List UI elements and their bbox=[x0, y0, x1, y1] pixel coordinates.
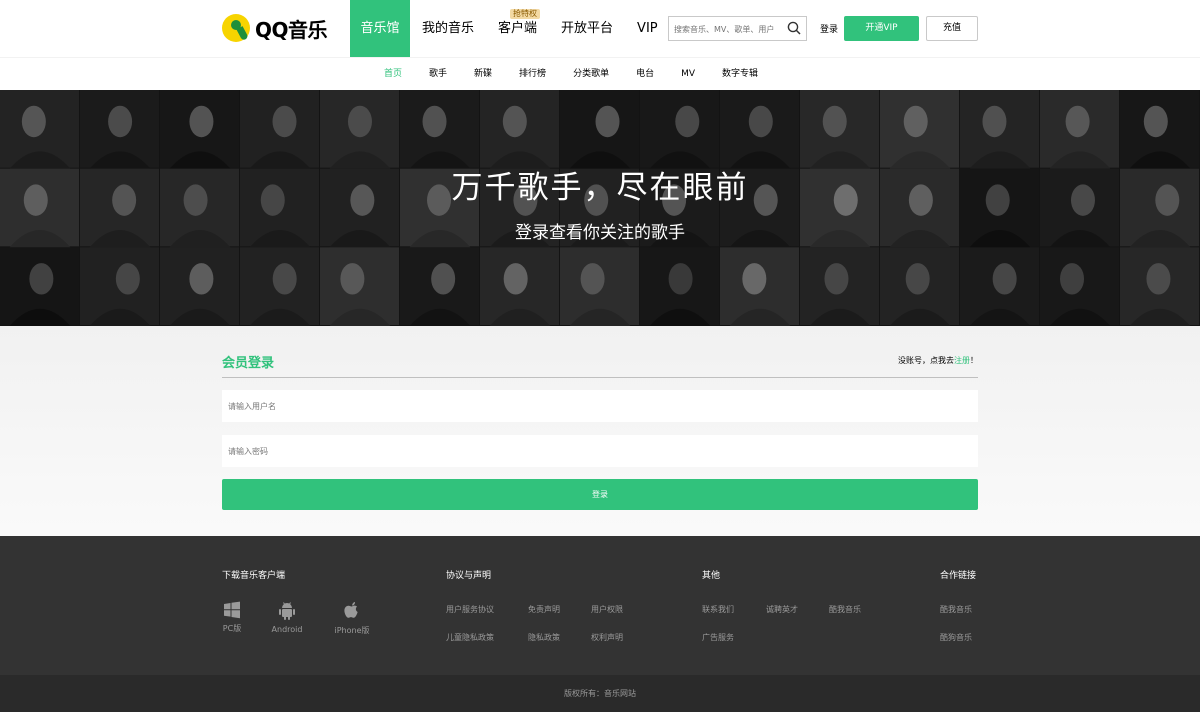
nav-item-my-music[interactable]: 我的音乐 bbox=[410, 0, 486, 57]
download-heading: 下载音乐客户端 bbox=[222, 571, 286, 581]
footer-link[interactable]: 酷狗音乐 bbox=[940, 632, 972, 643]
divider bbox=[222, 377, 978, 378]
agreement-heading: 协议与声明 bbox=[446, 571, 492, 581]
copyright: 版权所有：音乐网站 bbox=[0, 675, 1200, 712]
nav-label: 客户端 bbox=[498, 21, 538, 36]
nav-label: VIP bbox=[637, 21, 658, 36]
nav-label: 音乐馆 bbox=[360, 21, 400, 36]
login-title: 会员登录 bbox=[222, 356, 275, 371]
register-prefix: 没账号，点我去 bbox=[898, 356, 954, 365]
subnav-charts[interactable]: 排行榜 bbox=[519, 58, 546, 91]
partner-heading: 合作链接 bbox=[940, 571, 977, 581]
footer-link[interactable]: 隐私政策 bbox=[528, 632, 560, 643]
footer-link[interactable]: 用户服务协议 bbox=[446, 604, 494, 615]
download-label: Android bbox=[271, 625, 303, 634]
download-label: PC版 bbox=[222, 624, 242, 633]
username-input[interactable] bbox=[222, 390, 978, 422]
search-input[interactable] bbox=[669, 18, 783, 41]
singers-banner: 万千歌手，尽在眼前 登录查看你关注的歌手 bbox=[0, 90, 1200, 326]
logo[interactable]: QQ音乐 bbox=[222, 12, 328, 44]
footer-link[interactable]: 联系我们 bbox=[702, 604, 734, 615]
footer-link[interactable]: 用户权限 bbox=[591, 604, 623, 615]
download-label: iPhone版 bbox=[334, 626, 370, 635]
music-note-logo-icon bbox=[222, 14, 250, 42]
main-nav: 音乐馆 我的音乐 抢特权 客户端 开放平台 VIP bbox=[350, 0, 670, 57]
footer-link[interactable]: 儿童隐私政策 bbox=[446, 632, 494, 643]
banner-subtitle: 登录查看你关注的歌手 bbox=[515, 223, 685, 243]
nav-label: 我的音乐 bbox=[422, 21, 475, 36]
subnav-digital-albums[interactable]: 数字专辑 bbox=[722, 58, 758, 91]
download-android[interactable]: Android bbox=[270, 601, 304, 634]
login-section: 会员登录 没账号，点我去注册！ 登录 bbox=[0, 326, 1200, 536]
footer-link[interactable]: 酷我音乐 bbox=[829, 604, 861, 615]
footer-link[interactable]: 免责声明 bbox=[528, 604, 560, 615]
top-header: QQ音乐 音乐馆 我的音乐 抢特权 客户端 开放平台 VIP 登录 开通VIP … bbox=[0, 0, 1200, 57]
search-icon[interactable] bbox=[787, 21, 801, 35]
subnav-home[interactable]: 首页 bbox=[384, 58, 402, 91]
footer-link[interactable]: 酷我音乐 bbox=[940, 604, 972, 615]
footer-link[interactable]: 广告服务 bbox=[702, 632, 734, 643]
banner-title: 万千歌手，尽在眼前 bbox=[451, 170, 749, 206]
register-suffix: ！ bbox=[970, 356, 978, 365]
nav-item-client[interactable]: 抢特权 客户端 bbox=[486, 0, 549, 57]
singer-photo-wall bbox=[0, 90, 1200, 326]
subnav-mv[interactable]: MV bbox=[681, 58, 695, 91]
footer-link[interactable]: 权利声明 bbox=[591, 632, 623, 643]
windows-icon bbox=[224, 601, 240, 619]
nav-item-open-platform[interactable]: 开放平台 bbox=[549, 0, 625, 57]
android-icon bbox=[279, 602, 295, 620]
subnav-singers[interactable]: 歌手 bbox=[429, 58, 447, 91]
password-input[interactable] bbox=[222, 435, 978, 467]
login-submit-button[interactable]: 登录 bbox=[222, 479, 978, 510]
download-iphone[interactable]: iPhone版 bbox=[332, 601, 372, 636]
apple-icon bbox=[344, 602, 358, 618]
footer: 下载音乐客户端 PC版 Android iPhone版 协议与声明 用户服务协议… bbox=[0, 536, 1200, 675]
recharge-button[interactable]: 充值 bbox=[926, 16, 978, 41]
search-box bbox=[668, 16, 807, 41]
privilege-badge: 抢特权 bbox=[510, 9, 541, 19]
logo-text: QQ音乐 bbox=[255, 17, 328, 42]
nav-label: 开放平台 bbox=[561, 21, 614, 36]
nav-item-vip[interactable]: VIP bbox=[625, 0, 670, 57]
download-pc[interactable]: PC版 bbox=[221, 601, 243, 634]
other-heading: 其他 bbox=[702, 571, 721, 581]
footer-link[interactable]: 诚聘英才 bbox=[766, 604, 798, 615]
login-link[interactable]: 登录 bbox=[820, 22, 838, 35]
subnav-playlists[interactable]: 分类歌单 bbox=[573, 58, 609, 91]
sub-nav: 首页 歌手 新碟 排行榜 分类歌单 电台 MV 数字专辑 bbox=[0, 57, 1200, 90]
register-link[interactable]: 注册 bbox=[954, 356, 970, 365]
subnav-radio[interactable]: 电台 bbox=[636, 58, 654, 91]
open-vip-button[interactable]: 开通VIP bbox=[844, 16, 919, 41]
subnav-new-albums[interactable]: 新碟 bbox=[474, 58, 492, 91]
nav-item-music-hall[interactable]: 音乐馆 bbox=[350, 0, 410, 57]
register-prompt: 没账号，点我去注册！ bbox=[898, 355, 978, 366]
